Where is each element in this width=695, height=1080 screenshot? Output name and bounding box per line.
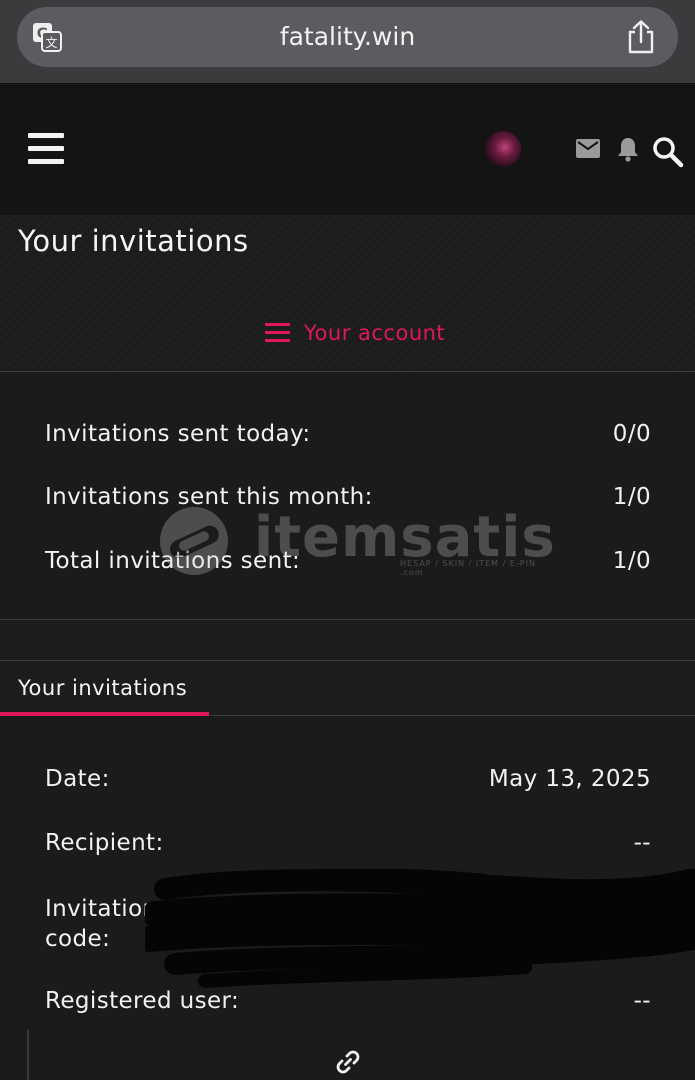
stat-row: Invitations sent this month: 1/0: [45, 484, 651, 510]
detail-value: May 13, 2025: [488, 766, 651, 792]
tab-your-invitations[interactable]: Your invitations: [0, 661, 209, 716]
url-text[interactable]: fatality.win: [17, 7, 678, 67]
mail-icon[interactable]: [576, 139, 600, 158]
invitation-stats: Invitations sent today: 0/0 Invitations …: [0, 373, 695, 620]
stat-value: 1/0: [612, 548, 651, 574]
site-header: [0, 85, 695, 215]
your-account-label: Your account: [304, 321, 446, 345]
invitation-details: Date: May 13, 2025 Recipient: -- Invitat…: [0, 717, 695, 1080]
page-title: Your invitations: [18, 224, 249, 258]
section-spacer: [0, 620, 695, 661]
stat-row: Invitations sent today: 0/0: [45, 421, 651, 447]
page-title-strip: Your invitations Your account: [0, 215, 695, 372]
list-icon: [265, 322, 290, 344]
stat-value: 1/0: [612, 484, 651, 510]
detail-row: Recipient: --: [45, 830, 651, 856]
redaction-scribble: [145, 869, 695, 988]
divider: [27, 1030, 29, 1080]
detail-label: Recipient:: [45, 830, 164, 856]
browser-toolbar: G 文 fatality.win: [0, 0, 695, 84]
search-icon[interactable]: [652, 136, 684, 168]
stat-label: Invitations sent this month:: [45, 484, 373, 510]
stat-value: 0/0: [612, 421, 651, 447]
stat-label: Invitations sent today:: [45, 421, 311, 447]
address-bar[interactable]: G 文 fatality.win: [17, 7, 678, 67]
link-icon[interactable]: [333, 1047, 363, 1077]
tab-bar: Your invitations: [0, 661, 695, 716]
avatar[interactable]: [485, 131, 521, 167]
detail-row: Date: May 13, 2025: [45, 766, 651, 792]
detail-label: Date:: [45, 766, 110, 792]
menu-icon[interactable]: [28, 133, 64, 165]
share-icon[interactable]: [626, 20, 656, 54]
detail-value: --: [633, 830, 651, 856]
tab-label: Your invitations: [18, 676, 188, 700]
your-account-link[interactable]: Your account: [265, 318, 445, 348]
stat-label: Total invitations sent:: [45, 548, 301, 574]
stat-row: Total invitations sent: 1/0: [45, 548, 651, 574]
detail-label: Invitation code:: [45, 896, 158, 952]
bell-icon[interactable]: [617, 137, 639, 162]
